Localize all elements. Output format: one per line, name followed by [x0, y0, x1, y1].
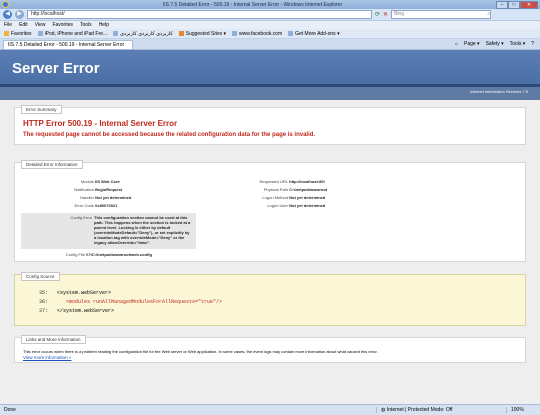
- refresh-icon[interactable]: ⟳: [375, 11, 380, 18]
- window-titlebar: IIS 7.5 Detailed Error - 500.19 - Intern…: [0, 0, 540, 9]
- detailed-error-title: Detailed Error Information: [21, 160, 83, 169]
- close-button[interactable]: ✕: [520, 0, 538, 9]
- view-more-link[interactable]: View more information »: [23, 355, 71, 360]
- page-icon: [178, 30, 184, 36]
- maximize-button[interactable]: □: [508, 0, 520, 9]
- links-box: Links and More Information This error oc…: [14, 335, 526, 363]
- page-menu[interactable]: Page ▾: [464, 41, 480, 47]
- forward-button[interactable]: ▶: [15, 10, 24, 19]
- zoom-level[interactable]: 100%: [506, 407, 536, 413]
- safety-menu[interactable]: Safety ▾: [486, 41, 504, 47]
- menu-view[interactable]: View: [35, 22, 46, 28]
- detail-row-module: Module IIS Web Core: [80, 179, 120, 184]
- status-text: Done: [4, 407, 16, 413]
- page-icon: [113, 30, 119, 36]
- url-input[interactable]: http://localhost/: [27, 10, 372, 19]
- config-error-label: Config Error: [70, 215, 92, 220]
- menu-tools[interactable]: Tools: [80, 22, 92, 28]
- config-error-block: Config Error This configuration section …: [21, 213, 196, 249]
- back-button[interactable]: ◀: [3, 10, 12, 19]
- menu-bar: File Edit View Favorites Tools Help: [0, 21, 540, 29]
- detailed-error-box: Detailed Error Information Module IIS We…: [14, 160, 526, 262]
- detail-row-error-code: Error Code 0x80070021: [74, 203, 118, 208]
- search-icon[interactable]: ⌕: [487, 11, 490, 18]
- detail-row-handler: Handler Not yet determined: [79, 195, 132, 200]
- detail-row-physical-path: Physical Path C:\inetpub\wwwroot: [263, 187, 328, 192]
- config-error-value: This configuration section cannot be use…: [94, 215, 191, 245]
- page-subheader: Internet Information Services 7.5: [0, 87, 540, 100]
- favorite-item[interactable]: Suggested Sites ▾: [178, 30, 226, 37]
- links-title: Links and More Information: [21, 335, 86, 344]
- detail-row-requested-url: Requested URL http://localhost:80/: [259, 179, 325, 184]
- address-bar: ◀ ▶ http://localhost/ ⟳ ✕ Bing ⌕: [0, 9, 540, 21]
- page-title: Server Error: [12, 60, 100, 77]
- ie-logo-icon: [2, 1, 9, 8]
- error-heading: HTTP Error 500.19 - Internal Server Erro…: [23, 119, 178, 128]
- favorite-item[interactable]: کاربردی کاربردی کاربردی: [113, 31, 173, 37]
- command-bar: ⌂ Page ▾ Safety ▾ Tools ▾ ?: [455, 41, 540, 47]
- page-header: Server Error: [0, 50, 540, 87]
- page-icon: [288, 30, 294, 36]
- page-icon: [37, 30, 43, 36]
- error-summary-title: Error Summary: [21, 105, 62, 114]
- menu-file[interactable]: File: [4, 22, 12, 28]
- status-bar: Done ◍ Internet | Protected Mode: Off 10…: [0, 404, 540, 415]
- menu-help[interactable]: Help: [99, 22, 109, 28]
- minimize-button[interactable]: –: [496, 0, 508, 9]
- window-controls: – □ ✕: [496, 0, 538, 9]
- menu-edit[interactable]: Edit: [19, 22, 28, 28]
- menu-favorites[interactable]: Favorites: [52, 22, 73, 28]
- star-icon: [4, 30, 9, 36]
- page-content: Server Error Internet Information Servic…: [0, 50, 540, 404]
- detail-row-logon-user: Logon User Not yet determined: [267, 203, 326, 208]
- config-source-title: Config Source: [21, 272, 60, 281]
- favorite-item[interactable]: iPod, iPhone and iPad Fre...: [37, 30, 107, 37]
- config-source-box: Config Source 35: <system.webServer> 36:…: [14, 272, 526, 326]
- links-text: This error occurs when there is a proble…: [23, 349, 378, 354]
- window-title: IIS 7.5 Detailed Error - 500.19 - Intern…: [162, 1, 343, 8]
- detail-row-notification: Notification BeginRequest: [74, 187, 123, 192]
- favorite-item[interactable]: Get More Add-ons ▾: [288, 30, 340, 37]
- code-listing: 35: <system.webServer> 36: <modules runA…: [39, 290, 223, 314]
- tools-menu[interactable]: Tools ▾: [510, 41, 526, 47]
- error-summary-box: Error Summary HTTP Error 500.19 - Intern…: [14, 105, 526, 145]
- tab-active[interactable]: IIS 7.5 Detailed Error - 500.19 - Intern…: [3, 39, 133, 49]
- tab-bar: IIS 7.5 Detailed Error - 500.19 - Intern…: [0, 39, 540, 50]
- detail-row-config-file: Config File \\?\C:\inetpub\wwwroot\web.c…: [65, 252, 152, 257]
- favorite-item[interactable]: www.facebook.com: [232, 31, 282, 37]
- favorites-bar: Favorites iPod, iPhone and iPad Fre... ک…: [0, 29, 540, 39]
- home-icon[interactable]: ⌂: [455, 41, 458, 47]
- help-icon[interactable]: ?: [531, 41, 534, 47]
- search-input[interactable]: Bing ⌕: [391, 10, 492, 19]
- detail-row-logon-method: Logon Method Not yet determined: [262, 195, 326, 200]
- error-description: The requested page cannot be accessed be…: [23, 132, 316, 138]
- stop-icon[interactable]: ✕: [383, 11, 388, 18]
- security-zone[interactable]: ◍ Internet | Protected Mode: Off: [376, 407, 506, 413]
- favorites-button[interactable]: Favorites: [4, 31, 32, 37]
- page-icon: [232, 30, 238, 36]
